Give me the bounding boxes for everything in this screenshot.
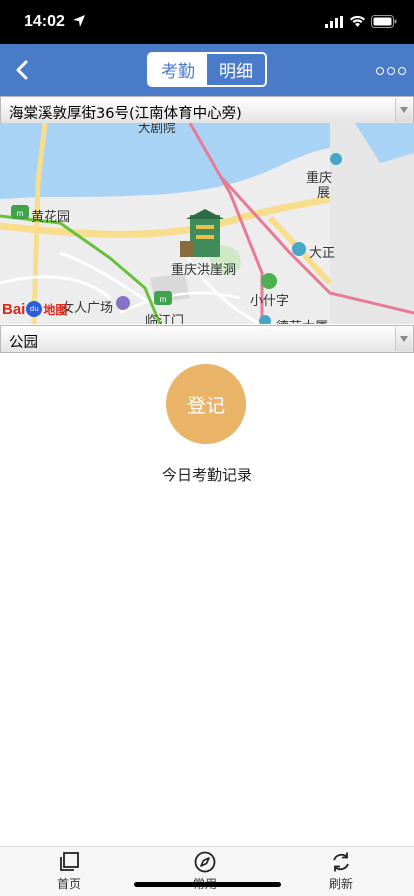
refresh-icon	[333, 852, 349, 872]
map-label-linjiangmen: 临江门	[145, 314, 185, 324]
map-label-dazheng: 大正	[309, 246, 336, 261]
tab-refresh-label: 刷新	[328, 877, 353, 891]
battery-icon	[371, 15, 397, 28]
metro-station-icon-huanghuayuan: m	[11, 205, 29, 219]
pages-icon	[60, 852, 79, 871]
today-records-title: 今日考勤记录	[161, 466, 252, 484]
poi-guangchang-icon	[116, 296, 130, 310]
home-indicator	[134, 882, 281, 887]
map-label-hongyadong: 重庆洪崖洞	[171, 263, 237, 278]
compass-icon	[194, 851, 216, 873]
baidu-paw-icon: du	[26, 301, 43, 317]
tab-details[interactable]: 明细	[207, 54, 265, 85]
poi-xiaoshizi-icon	[261, 273, 277, 289]
map-label-guangchang: 女人广场	[61, 301, 114, 316]
map-label-xiaoshizi: 小什字	[250, 294, 290, 309]
status-time: 14:02	[24, 13, 65, 30]
baidu-map-logo: Bai du 地图	[2, 300, 68, 318]
poi-dazheng-icon	[292, 242, 306, 256]
signal-icon	[325, 16, 343, 28]
location-arrow-icon	[73, 15, 85, 27]
location-select[interactable]: 海棠溪敦厚街36号(江南体育中心旁)	[0, 96, 414, 124]
more-dot-icon	[387, 67, 395, 75]
metro-station-icon-linjiangmen: m	[154, 291, 172, 305]
back-button[interactable]	[8, 56, 36, 84]
dropdown-arrow-icon	[395, 98, 412, 122]
map-label-dejiu: 德艺大厦	[276, 316, 328, 324]
svg-text:m: m	[17, 209, 24, 218]
map-view[interactable]: m m 大剧院 黄花园 重庆 展 大正 重庆洪崖洞 小什字 女人广场 临江门 德…	[0, 123, 414, 324]
poi-exhibition-icon	[330, 153, 342, 165]
segmented-control: 考勤 明细	[147, 52, 267, 87]
header: 考勤 明细	[0, 44, 414, 96]
status-bar: 14:02	[0, 0, 414, 44]
more-dot-icon	[398, 67, 406, 75]
tab-attendance[interactable]: 考勤	[149, 54, 207, 85]
tab-home-label: 首页	[56, 877, 81, 891]
wifi-icon	[350, 15, 365, 27]
dropdown-arrow-icon	[395, 327, 412, 351]
map-label-huanghuayuan: 黄花园	[31, 210, 71, 225]
register-button[interactable]: 登记	[166, 364, 246, 444]
bottom-tab-bar: 首页 常用 刷新	[0, 846, 414, 896]
place-type-select[interactable]: 公园	[0, 325, 414, 353]
map-label-dajuyuan: 大剧院	[138, 123, 176, 135]
tab-refresh[interactable]: 刷新	[306, 851, 376, 893]
svg-text:m: m	[160, 295, 167, 304]
chevron-left-icon	[16, 60, 28, 80]
screen: 14:02 考勤 明细 海棠溪敦厚街36号(江南体育中心旁) m m 大剧院 黄…	[0, 0, 414, 896]
more-button[interactable]	[376, 64, 410, 78]
tab-home[interactable]: 首页	[34, 851, 104, 893]
location-select-value: 海棠溪敦厚街36号(江南体育中心旁)	[9, 106, 242, 122]
place-type-select-value: 公园	[9, 335, 38, 351]
map-label-exhibition: 展	[317, 186, 331, 201]
more-dot-icon	[376, 67, 384, 75]
